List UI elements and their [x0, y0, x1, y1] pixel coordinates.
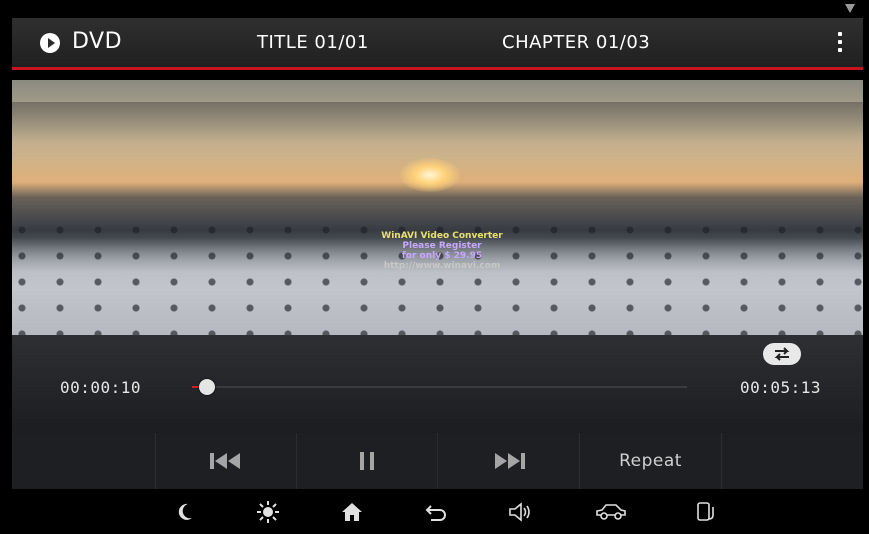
current-time: 00:00:10 [60, 378, 142, 397]
night-mode-button[interactable] [173, 500, 197, 524]
skip-previous-icon [210, 453, 240, 469]
title-indicator: TITLE 01/01 [257, 32, 369, 53]
chapter-indicator: CHAPTER 01/03 [502, 32, 651, 53]
header-bar: DVD TITLE 01/01 CHAPTER 01/03 [12, 18, 863, 70]
progress-panel: 00:00:10 00:05:13 [12, 335, 863, 433]
volume-icon [509, 502, 530, 522]
back-button[interactable] [424, 500, 448, 524]
repeat-button-label: Repeat [619, 451, 682, 471]
home-icon [342, 503, 362, 521]
back-icon [425, 505, 446, 521]
video-area[interactable]: WinAVI Video Converter Please Register f… [12, 80, 863, 335]
source-label: DVD [72, 29, 123, 54]
repeat-button[interactable]: Repeat [580, 433, 721, 489]
divider [721, 433, 722, 489]
wifi-icon [845, 4, 855, 13]
seek-bar[interactable] [192, 379, 687, 395]
dvd-player-screen: DVD TITLE 01/01 CHAPTER 01/03 WinAVI Vid… [0, 0, 869, 534]
volume-button[interactable] [508, 500, 532, 524]
status-bar [12, 0, 863, 18]
previous-button[interactable] [156, 433, 296, 489]
skip-next-icon [494, 453, 525, 469]
video-clouds [12, 102, 863, 142]
video-sun [400, 158, 460, 192]
car-icon [596, 504, 626, 520]
pause-button[interactable] [297, 433, 437, 489]
more-menu-icon[interactable] [837, 32, 843, 56]
total-time: 00:05:13 [739, 378, 821, 397]
video-watermark: WinAVI Video Converter Please Register f… [357, 231, 527, 271]
phone-button[interactable] [694, 500, 718, 524]
seek-bar-handle[interactable] [199, 379, 215, 395]
repeat-icon [774, 347, 790, 361]
phone-icon [697, 502, 714, 521]
next-button[interactable] [438, 433, 579, 489]
moon-icon [178, 503, 192, 520]
watermark-line: http://www.winavi.com [383, 261, 501, 271]
watermark-line: Please Register [402, 241, 482, 251]
disc-icon [40, 33, 60, 53]
watermark-line: WinAVI Video Converter [381, 231, 503, 241]
pause-icon [360, 452, 374, 470]
repeat-mode-badge [763, 343, 801, 365]
watermark-line: for only $ 29.95 [401, 251, 483, 261]
bottom-nav-bar [12, 489, 863, 534]
brightness-icon [257, 501, 279, 523]
brightness-button[interactable] [256, 500, 280, 524]
home-button[interactable] [340, 500, 364, 524]
car-button[interactable] [594, 500, 628, 524]
transport-controls: Repeat [12, 433, 863, 489]
